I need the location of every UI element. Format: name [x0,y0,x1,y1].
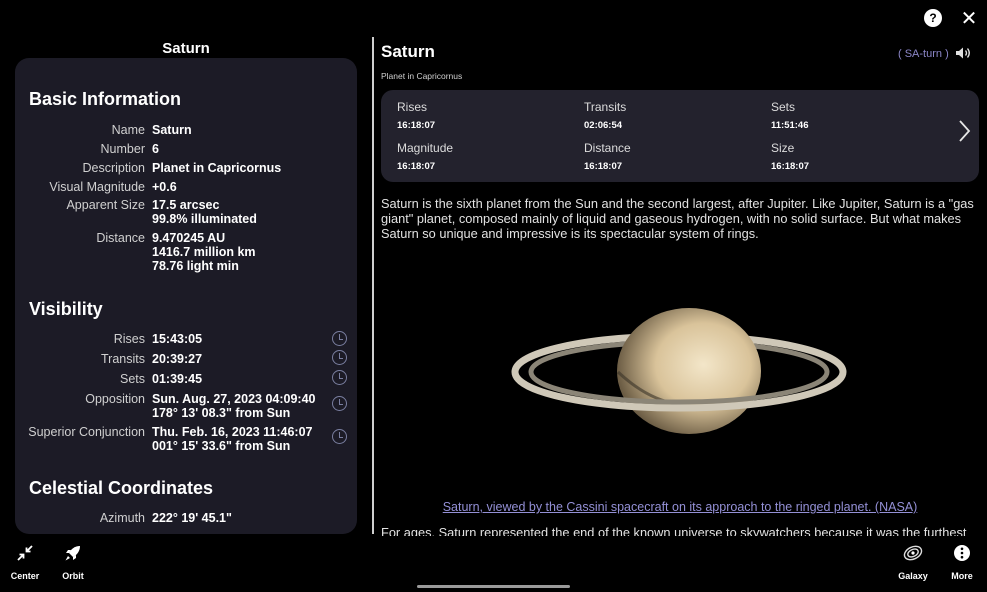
more-vertical-icon [953,544,971,562]
superior-conjunction-angle: 001° 15' 33.6" from Sun [152,439,313,453]
distance-au: 9.470245 AU [152,231,256,245]
sets-value: 01:39:45 [152,372,202,386]
card-rises-value: 16:18:07 [397,120,435,131]
orbit-button[interactable]: Orbit [48,540,98,584]
description-value: Planet in Capricornus [152,161,281,175]
galaxy-icon [902,542,924,564]
close-icon[interactable]: ✕ [960,9,978,27]
description-label: Description [82,161,145,175]
superior-conjunction-date: Thu. Feb. 16, 2023 11:46:07 [152,425,313,439]
card-size-label: Size [771,141,809,155]
card-distance-cell: Distance 16:18:07 [584,141,631,172]
card-magnitude-cell: Magnitude 16:18:07 [397,141,453,172]
card-size-value: 16:18:07 [771,161,809,172]
celestial-coordinates-heading: Celestial Coordinates [29,478,213,499]
galaxy-button[interactable]: Galaxy [888,540,938,584]
left-panel-title: Saturn [0,40,372,57]
home-indicator[interactable] [417,585,570,588]
article-description-continued: For ages, Saturn represented the end of … [381,525,976,536]
distance-value: 9.470245 AU 1416.7 million km 78.76 ligh… [152,231,256,273]
help-icon[interactable]: ? [924,9,942,27]
opposition-clock-icon[interactable] [332,396,347,411]
card-transits-label: Transits [584,100,626,114]
distance-label: Distance [96,231,145,245]
center-label: Center [0,571,50,581]
panel-divider[interactable] [372,37,374,534]
card-sets-label: Sets [771,100,809,114]
times-summary-card[interactable]: Rises 16:18:07 Transits 02:06:54 Sets 11… [381,90,979,182]
sets-label: Sets [120,372,145,386]
saturn-image [508,300,854,440]
more-button[interactable]: More [937,540,987,584]
azimuth-value: 222° 19' 45.1" [152,511,232,525]
orbit-label: Orbit [48,571,98,581]
opposition-value: Sun. Aug. 27, 2023 04:09:40 178° 13' 08.… [152,392,316,420]
top-bar: ? ✕ [0,0,987,36]
magnitude-label: Visual Magnitude [49,180,145,194]
apparent-size-arcsec: 17.5 arcsec [152,198,257,212]
more-label: More [937,571,987,581]
card-transits-value: 02:06:54 [584,120,626,131]
name-value: Saturn [152,123,192,137]
opposition-label: Opposition [85,392,145,406]
distance-light-min: 78.76 light min [152,259,256,273]
rises-label: Rises [114,332,145,346]
card-transits-cell: Transits 02:06:54 [584,100,626,131]
rocket-icon [63,543,83,563]
superior-conjunction-value: Thu. Feb. 16, 2023 11:46:07 001° 15' 33.… [152,425,313,453]
rises-value: 15:43:05 [152,332,202,346]
transits-value: 20:39:27 [152,352,202,366]
bottom-toolbar: Center Orbit Galaxy [0,536,987,592]
card-sets-cell: Sets 11:51:46 [771,100,809,131]
basic-information-heading: Basic Information [29,89,181,110]
azimuth-label: Azimuth [100,511,145,525]
center-button[interactable]: Center [0,540,50,584]
name-label: Name [112,123,145,137]
apparent-size-label: Apparent Size [66,198,145,212]
superior-conjunction-label: Superior Conjunction [28,425,145,439]
number-label: Number [101,142,145,156]
transits-label: Transits [101,352,145,366]
chevron-right-icon[interactable] [956,118,974,144]
card-rises-cell: Rises 16:18:07 [397,100,435,131]
image-caption-link[interactable]: Saturn, viewed by the Cassini spacecraft… [381,500,979,514]
card-rises-label: Rises [397,100,435,114]
galaxy-label: Galaxy [888,571,938,581]
article-description: Saturn is the sixth planet from the Sun … [381,196,976,241]
card-sets-value: 11:51:46 [771,120,809,131]
apparent-size-value: 17.5 arcsec 99.8% illuminated [152,198,257,226]
opposition-date: Sun. Aug. 27, 2023 04:09:40 [152,392,316,406]
speaker-icon[interactable] [955,46,971,60]
card-distance-value: 16:18:07 [584,161,631,172]
article-subtitle: Planet in Capricornus [381,71,462,81]
object-info-card[interactable]: Basic Information Name Saturn Number 6 D… [15,58,357,534]
article-title: Saturn [381,42,435,62]
distance-km: 1416.7 million km [152,245,256,259]
card-magnitude-label: Magnitude [397,141,453,155]
visibility-heading: Visibility [29,299,103,320]
transits-clock-icon[interactable] [332,350,347,365]
magnitude-value: +0.6 [152,180,177,194]
rises-clock-icon[interactable] [332,331,347,346]
card-size-cell: Size 16:18:07 [771,141,809,172]
center-icon [16,544,34,562]
apparent-size-illuminated: 99.8% illuminated [152,212,257,226]
number-value: 6 [152,142,159,156]
card-distance-label: Distance [584,141,631,155]
opposition-angle: 178° 13' 08.3" from Sun [152,406,316,420]
sets-clock-icon[interactable] [332,370,347,385]
pronunciation-text[interactable]: ( SA-turn ) [898,48,949,60]
card-magnitude-value: 16:18:07 [397,161,453,172]
superior-conjunction-clock-icon[interactable] [332,429,347,444]
